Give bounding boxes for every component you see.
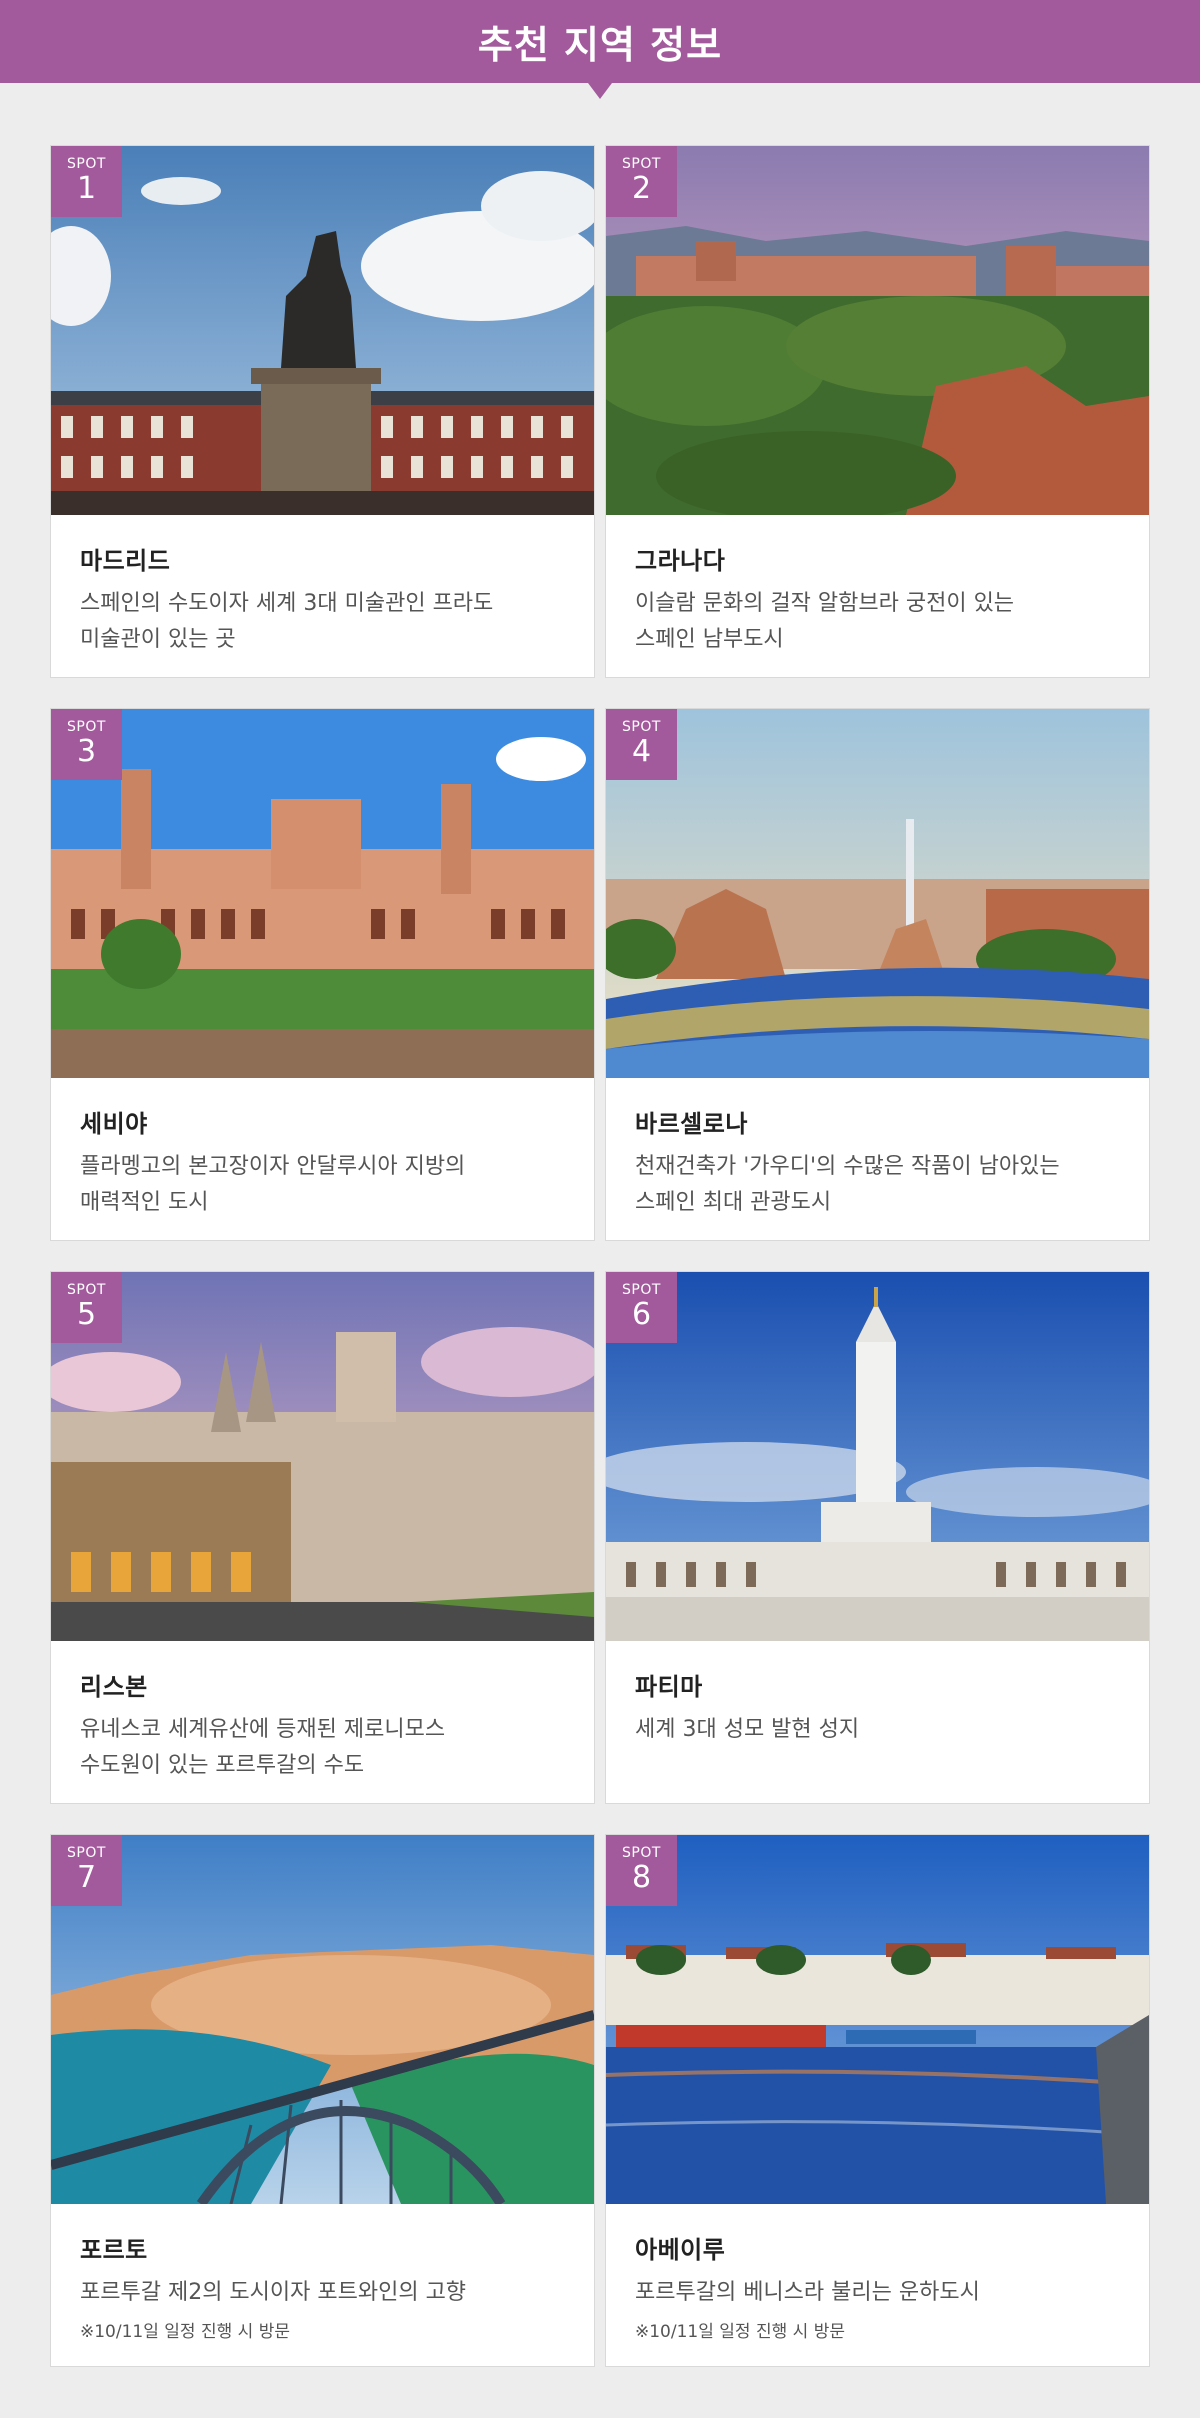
spot-title: 마드리드	[80, 547, 171, 575]
spot-card-sevilla[interactable]: SPOT 3 세비야 플라멩고의 본고장이자 안달루시아 지방의 매력적인 도시	[50, 708, 595, 1241]
spot-card-granada[interactable]: SPOT 2 그라나다 이슬람 문화의 걸작 알함브라 궁전이 있는 스페인 남부…	[605, 145, 1150, 678]
aveiro-photo	[606, 1835, 1149, 2204]
spot-badge: SPOT 1	[51, 146, 122, 217]
spot-description: 스페인의 수도이자 세계 3대 미술관인 프라도 미술관이 있는 곳	[80, 591, 494, 652]
spot-title: 바르셀로나	[635, 1110, 748, 1138]
barcelona-photo	[606, 709, 1149, 1078]
spot-title: 파티마	[635, 1673, 703, 1701]
spot-badge: SPOT 5	[51, 1272, 122, 1343]
spot-title: 세비야	[80, 1110, 148, 1138]
spot-badge: SPOT 6	[606, 1272, 677, 1343]
fatima-photo	[606, 1272, 1149, 1641]
spot-title: 포르토	[80, 2236, 148, 2264]
spot-card-fatima[interactable]: SPOT 6 파티마 세계 3대 성모 발현 성지	[605, 1271, 1150, 1804]
visit-note: ※10/11일 일정 진행 시 방문	[80, 2322, 290, 2342]
page-header: 추천 지역 정보	[0, 0, 1200, 83]
spot-card-madrid[interactable]: SPOT 1 마드리드 스페인의 수도이자 세계 3대 미술관인 프라도 미술관이…	[50, 145, 595, 678]
spot-badge: SPOT 3	[51, 709, 122, 780]
granada-photo	[606, 146, 1149, 515]
porto-photo	[51, 1835, 594, 2204]
spot-title: 그라나다	[635, 547, 726, 575]
spot-badge: SPOT 8	[606, 1835, 677, 1906]
spot-card-aveiro[interactable]: SPOT 8 아베이루 포르투갈의 베니스라 불리는 운하도시 ※10/11일 …	[605, 1834, 1150, 2367]
spot-badge: SPOT 2	[606, 146, 677, 217]
madrid-photo	[51, 146, 594, 515]
spot-description: 플라멩고의 본고장이자 안달루시아 지방의 매력적인 도시	[80, 1154, 466, 1215]
spot-description: 포르투갈 제2의 도시이자 포트와인의 고향	[80, 2280, 467, 2305]
sevilla-photo	[51, 709, 594, 1078]
lisbon-photo	[51, 1272, 594, 1641]
spot-description: 포르투갈의 베니스라 불리는 운하도시	[635, 2280, 980, 2305]
spot-description: 이슬람 문화의 걸작 알함브라 궁전이 있는 스페인 남부도시	[635, 591, 1015, 652]
header-pointer	[588, 83, 612, 99]
spot-description: 유네스코 세계유산에 등재된 제로니모스 수도원이 있는 포르투갈의 수도	[80, 1717, 446, 1778]
spot-badge: SPOT 7	[51, 1835, 122, 1906]
spot-description: 천재건축가 '가우디'의 수많은 작품이 남아있는 스페인 최대 관광도시	[635, 1154, 1060, 1215]
spot-card-porto[interactable]: SPOT 7 포르토 포르투갈 제2의 도시이자 포트와인의 고향 ※10/11…	[50, 1834, 595, 2367]
spot-card-barcelona[interactable]: SPOT 4 바르셀로나 천재건축가 '가우디'의 수많은 작품이 남아있는 스페…	[605, 708, 1150, 1241]
spot-title: 아베이루	[635, 2236, 726, 2264]
spot-title: 리스본	[80, 1673, 148, 1701]
page-title: 추천 지역 정보	[477, 23, 723, 67]
visit-note: ※10/11일 일정 진행 시 방문	[635, 2322, 845, 2342]
spot-description: 세계 3대 성모 발현 성지	[635, 1717, 860, 1742]
spot-badge: SPOT 4	[606, 709, 677, 780]
spot-card-lisbon[interactable]: SPOT 5 리스본 유네스코 세계유산에 등재된 제로니모스 수도원이 있는 포…	[50, 1271, 595, 1804]
